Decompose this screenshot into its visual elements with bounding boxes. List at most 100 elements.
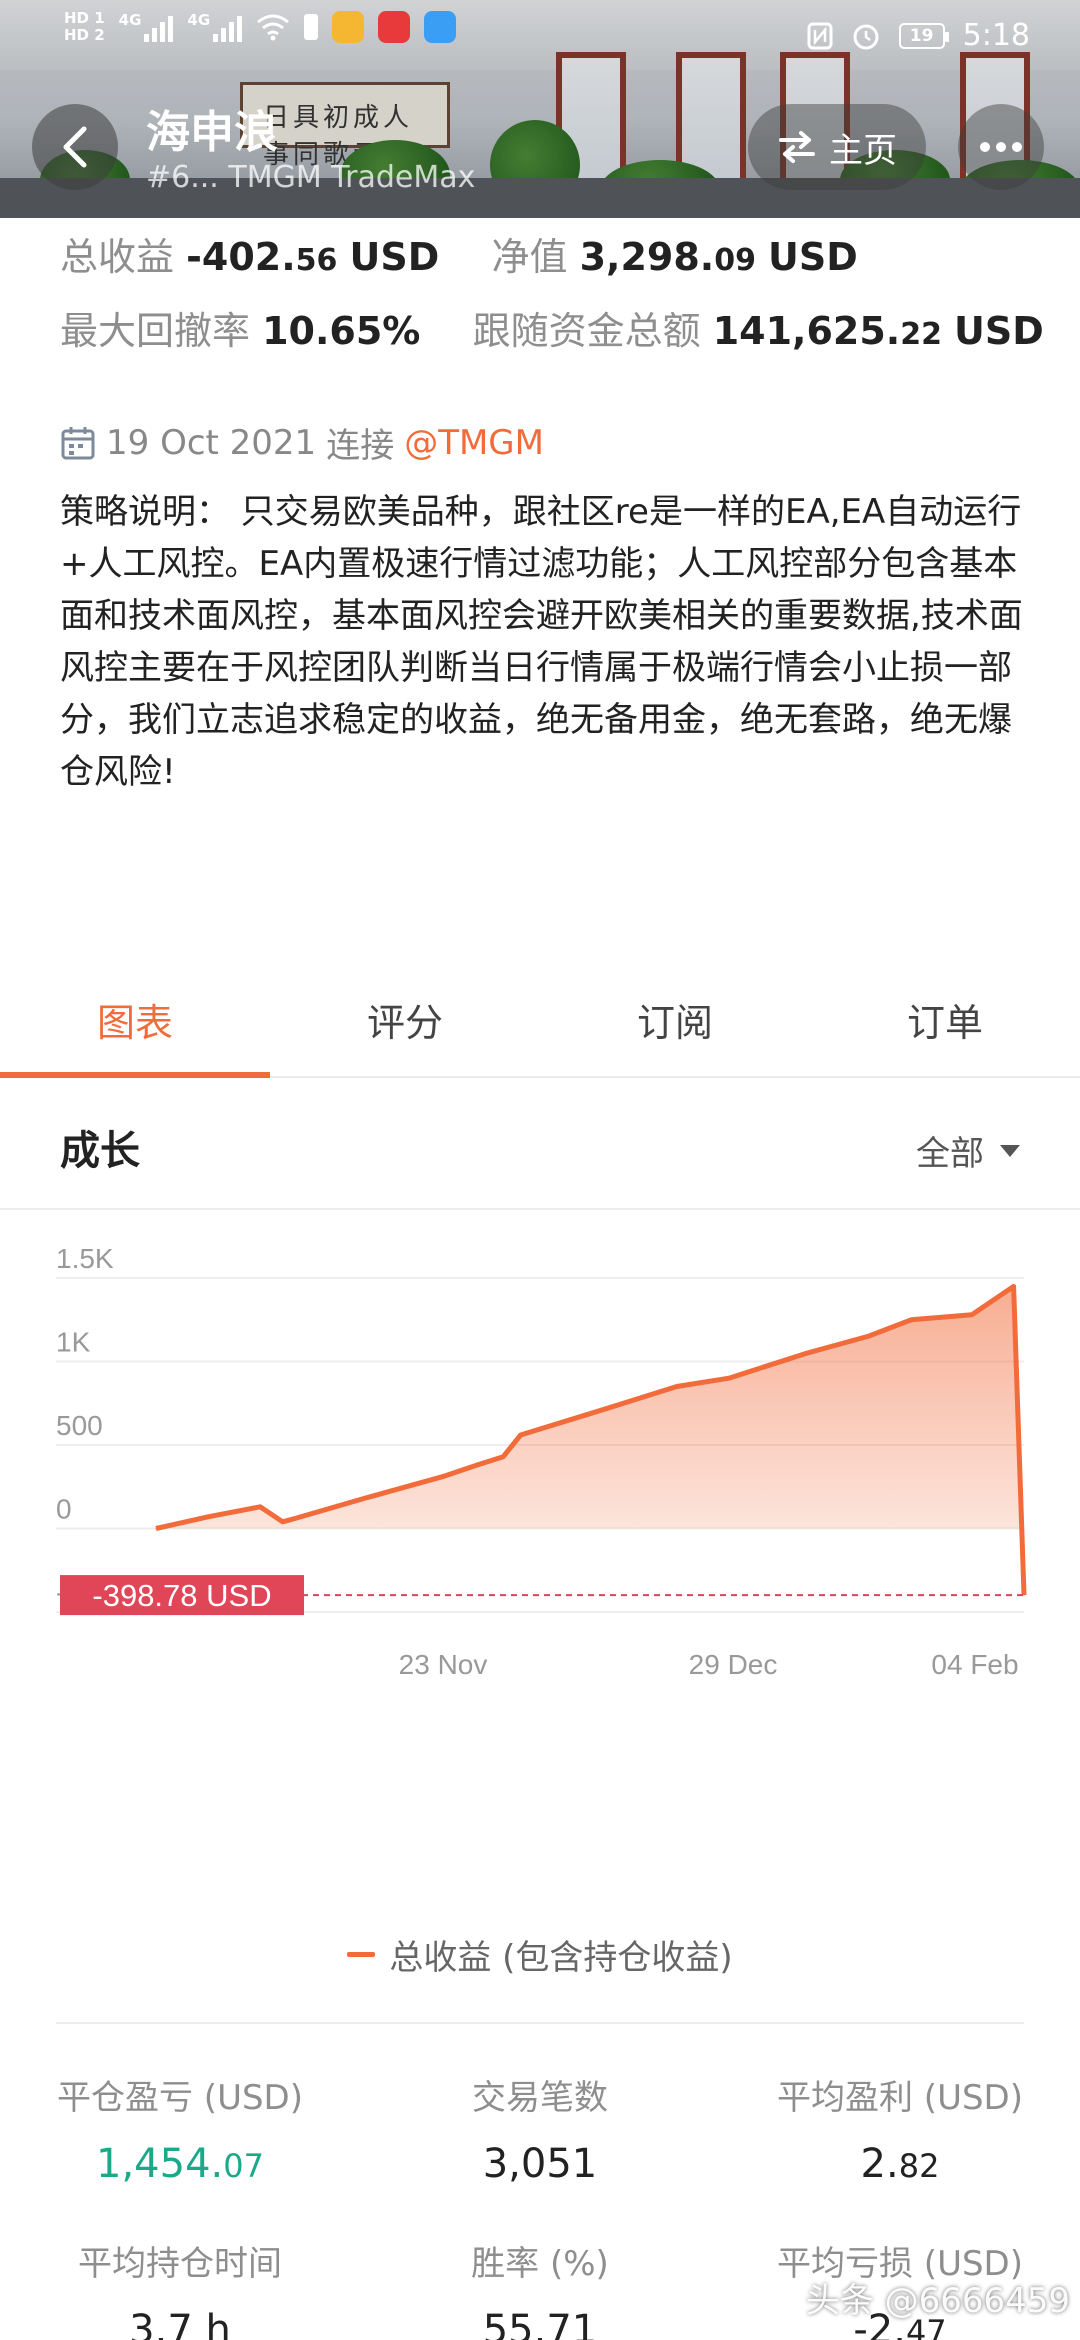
range-dropdown[interactable]: 全部 — [916, 1126, 1022, 1175]
more-dot-icon — [1012, 142, 1022, 152]
follow-funds-label: 跟随资金总额 — [472, 309, 701, 353]
data-point — [476, 1464, 478, 1466]
metric-label: 平均盈利 (USD) — [777, 2078, 1023, 2118]
metric-label: 交易笔数 — [472, 2078, 608, 2118]
signal-2-icon: 4G — [187, 12, 243, 42]
message-app-icon — [424, 11, 457, 43]
chart-title: 成长 — [60, 1128, 140, 1174]
equity-value: 3,298.09 — [579, 235, 756, 279]
metric-trade-count: 交易笔数 3,051 — [360, 2070, 720, 2187]
metric-value: 1,454.07 — [96, 2141, 264, 2187]
data-point — [520, 1434, 522, 1436]
strategy-name: 海申浪 — [146, 107, 278, 158]
more-options-button[interactable] — [958, 104, 1044, 190]
chart-legend: 总收益 (包含持仓收益) — [0, 1930, 1080, 1979]
more-dot-icon — [996, 142, 1006, 152]
range-dropdown-label: 全部 — [916, 1134, 984, 1174]
data-point — [971, 1314, 973, 1316]
tab-orders[interactable]: 订单 — [810, 968, 1080, 1076]
sim-indicators: HD 1 HD 2 — [64, 9, 105, 44]
data-point — [294, 1517, 296, 1519]
tab-chart[interactable]: 图表 — [0, 968, 270, 1078]
tab-rating[interactable]: 评分 — [270, 968, 540, 1076]
max-drawdown-label: 最大回撤率 — [60, 309, 251, 353]
equity-unit: USD — [768, 235, 858, 279]
home-button-label: 主页 — [829, 130, 897, 171]
connect-date: 19 Oct 2021 — [106, 422, 317, 463]
legend-label: 总收益 (包含持仓收益) — [389, 1938, 733, 1978]
follow-funds-unit: USD — [954, 309, 1044, 353]
connect-label: 连接 — [326, 426, 395, 466]
x-tick-label: 29 Dec — [689, 1649, 778, 1680]
signal-1-icon: 4G — [119, 12, 174, 42]
data-point — [259, 1506, 261, 1508]
nfc-icon — [807, 22, 833, 49]
calendar-icon — [61, 426, 95, 459]
metric-win-rate: 胜率 (%) 55.71 — [360, 2236, 720, 2340]
home-button[interactable]: 主页 — [748, 104, 926, 190]
metric-label: 胜率 (%) — [471, 2244, 609, 2284]
tab-bar: 图表 评分 订阅 订单 — [0, 968, 1080, 1078]
metric-label: 平均持仓时间 — [78, 2244, 282, 2284]
metric-value: 3.7 h — [129, 2307, 231, 2340]
total-profit-value: -402.56 — [186, 235, 338, 279]
chevron-left-icon — [63, 126, 87, 168]
data-point — [282, 1521, 284, 1523]
metric-label: 平仓盈亏 (USD) — [57, 2078, 303, 2118]
x-tick-label: 04 Feb — [931, 1649, 1018, 1680]
max-drawdown-value: 10.65% — [262, 309, 421, 353]
back-button[interactable] — [32, 104, 118, 190]
growth-chart[interactable]: 1.5K1K5000-500-398.78 USD23 Nov29 Dec04 … — [0, 1212, 1080, 1912]
metric-closed-pnl: 平仓盈亏 (USD) 1,454.07 — [0, 2070, 360, 2187]
watermark: 头条 @6666459 — [805, 2281, 1070, 2321]
metric-value: 3,051 — [482, 2141, 598, 2187]
x-tick-label: 23 Nov — [399, 1649, 488, 1680]
data-point — [910, 1319, 912, 1321]
y-tick-label: 1K — [56, 1327, 91, 1358]
legend-swatch — [347, 1952, 376, 1957]
chart-header: 成长 全部 — [0, 1080, 1080, 1210]
weibo-app-icon — [378, 11, 411, 43]
stats-row-1: 总收益 -402.56 USD 净值 3,298.09 USD — [60, 226, 858, 281]
metric-value: 55.71 — [482, 2307, 598, 2340]
metric-value: 2.82 — [860, 2141, 940, 2187]
data-point — [155, 1528, 157, 1529]
data-point — [676, 1386, 678, 1388]
equity-label: 净值 — [491, 235, 568, 279]
alarm-icon — [853, 24, 879, 49]
phone-status-icon — [304, 14, 319, 40]
strategy-description: 策略说明： 只交易欧美品种，跟社区re是一样的EA,EA自动运行+人工风控。EA… — [60, 492, 1023, 792]
wifi-icon — [257, 14, 290, 41]
data-point — [867, 1335, 869, 1337]
caret-down-icon — [1000, 1144, 1020, 1157]
data-point — [502, 1456, 504, 1458]
stats-row-2: 最大回撤率 10.65% 跟随资金总额 141,625.22 USD — [60, 300, 1044, 355]
metric-avg-profit: 平均盈利 (USD) 2.82 — [720, 2070, 1080, 2187]
broker-link[interactable]: @TMGM — [404, 423, 544, 463]
data-point — [606, 1407, 608, 1409]
y-tick-label: 500 — [56, 1410, 103, 1441]
data-point — [207, 1516, 209, 1518]
data-point — [728, 1377, 730, 1379]
clock-time: 5:18 — [962, 18, 1030, 53]
data-point — [441, 1476, 443, 1478]
mail-app-icon — [332, 11, 365, 43]
tab-subscribe[interactable]: 订阅 — [540, 968, 810, 1076]
data-point — [806, 1352, 808, 1354]
battery-icon: 19 — [898, 22, 949, 49]
data-point — [1013, 1285, 1015, 1287]
metric-avg-holding-time: 平均持仓时间 3.7 h — [0, 2236, 360, 2340]
data-point — [1023, 1594, 1025, 1596]
status-bar: HD 1 HD 2 4G 4G 19 5:18 — [0, 0, 1080, 74]
total-profit-unit: USD — [349, 235, 440, 279]
total-profit-label: 总收益 — [60, 235, 175, 279]
account-subtitle: #6... TMGM TradeMax — [146, 160, 476, 195]
section-divider — [56, 2022, 1024, 2024]
data-point — [363, 1497, 365, 1499]
follow-funds-value: 141,625.22 — [712, 309, 942, 353]
current-value-label: -398.78 USD — [92, 1578, 271, 1613]
y-tick-label: 0 — [56, 1494, 72, 1525]
series-area — [156, 1286, 1024, 1596]
connect-info: 19 Oct 2021 连接 @TMGM — [60, 418, 544, 467]
switch-arrows-icon — [779, 131, 815, 163]
